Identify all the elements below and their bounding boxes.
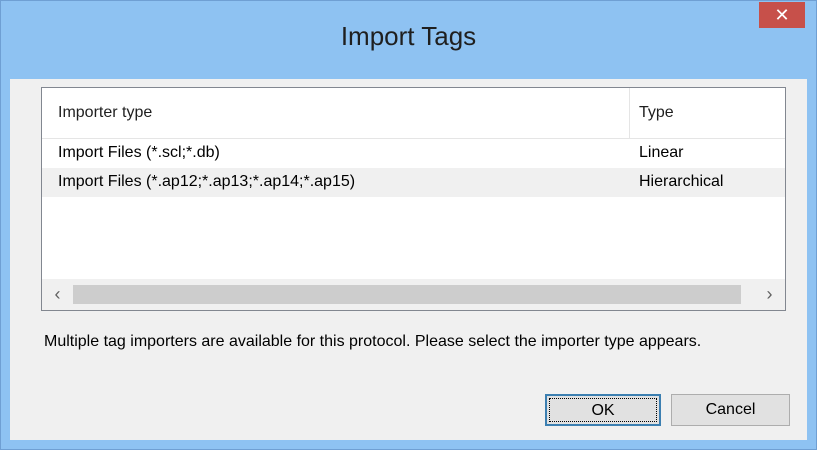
title-bar[interactable]: Import Tags ✕: [1, 1, 816, 79]
cancel-button-label: Cancel: [705, 401, 756, 418]
column-divider[interactable]: [629, 88, 630, 138]
row-importer-cell: Import Files (*.ap12;*.ap13;*.ap14;*.ap1…: [58, 173, 356, 190]
chevron-left-icon[interactable]: ‹: [42, 279, 73, 310]
scrollbar-thumb[interactable]: [73, 285, 741, 304]
focus-rectangle: [549, 398, 657, 422]
list-header: Importer type Type: [42, 88, 785, 139]
dialog-title: Import Tags: [340, 21, 477, 51]
importer-list[interactable]: Importer type Type Import Files (*.scl;*…: [41, 87, 786, 311]
row-importer-cell: Import Files (*.scl;*.db): [58, 144, 220, 161]
close-icon: ✕: [774, 5, 790, 25]
ok-button[interactable]: OK: [545, 394, 661, 426]
close-button[interactable]: ✕: [759, 2, 805, 28]
row-type-cell: Hierarchical: [639, 173, 724, 190]
column-header-type[interactable]: Type: [639, 104, 674, 122]
info-message: Multiple tag importers are available for…: [44, 333, 702, 350]
column-header-importer-type[interactable]: Importer type: [58, 104, 152, 122]
dialog-body: Importer type Type Import Files (*.scl;*…: [10, 79, 807, 440]
import-tags-dialog: Import Tags ✕ Importer type Type Import …: [0, 0, 817, 450]
row-type-cell: Linear: [639, 144, 684, 161]
table-row[interactable]: Import Files (*.ap12;*.ap13;*.ap14;*.ap1…: [42, 168, 785, 197]
chevron-right-icon[interactable]: ›: [754, 279, 785, 310]
cancel-button[interactable]: Cancel: [671, 394, 790, 426]
horizontal-scrollbar[interactable]: ‹ ›: [42, 279, 785, 310]
table-row[interactable]: Import Files (*.scl;*.db) Linear: [42, 139, 785, 168]
